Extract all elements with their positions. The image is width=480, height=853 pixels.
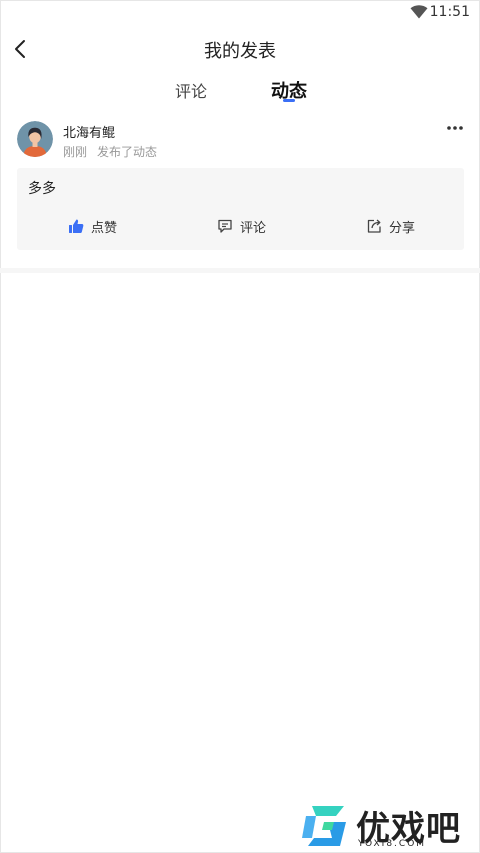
more-options-icon[interactable]	[446, 124, 464, 132]
wifi-icon	[410, 5, 428, 19]
post-action-text: 发布了动态	[97, 145, 158, 159]
comment-label: 评论	[240, 220, 267, 236]
status-bar: 11:51	[0, 0, 480, 26]
post-content: 多多	[28, 181, 56, 197]
share-icon	[367, 219, 381, 233]
post-meta: 刚刚 发布了动态	[63, 143, 167, 160]
avatar-person-icon	[17, 121, 53, 157]
watermark-logo-icon	[302, 806, 346, 846]
like-label: 点赞	[91, 220, 118, 236]
thumbs-up-icon	[69, 219, 84, 233]
post-username[interactable]: 北海有鲲	[63, 122, 115, 141]
post-actions: 点赞 评论 分享	[17, 214, 464, 238]
status-time: 11:51	[429, 4, 470, 20]
avatar[interactable]	[17, 121, 53, 157]
watermark: 优戏吧 YOXI8.COM	[298, 800, 478, 852]
watermark-subtext: YOXI8.COM	[358, 839, 427, 849]
section-divider	[0, 268, 480, 273]
page-title: 我的发表	[204, 41, 276, 62]
post-card: 多多 点赞 评论 分享	[17, 168, 464, 250]
share-label: 分享	[389, 220, 416, 236]
comment-button[interactable]: 评论	[217, 214, 266, 238]
tab-active-indicator	[283, 99, 295, 102]
share-button[interactable]: 分享	[366, 214, 415, 238]
like-button[interactable]: 点赞	[68, 214, 117, 238]
comment-icon	[218, 219, 232, 233]
post-time: 刚刚	[63, 145, 88, 159]
tab-comments[interactable]: 评论	[175, 78, 207, 102]
